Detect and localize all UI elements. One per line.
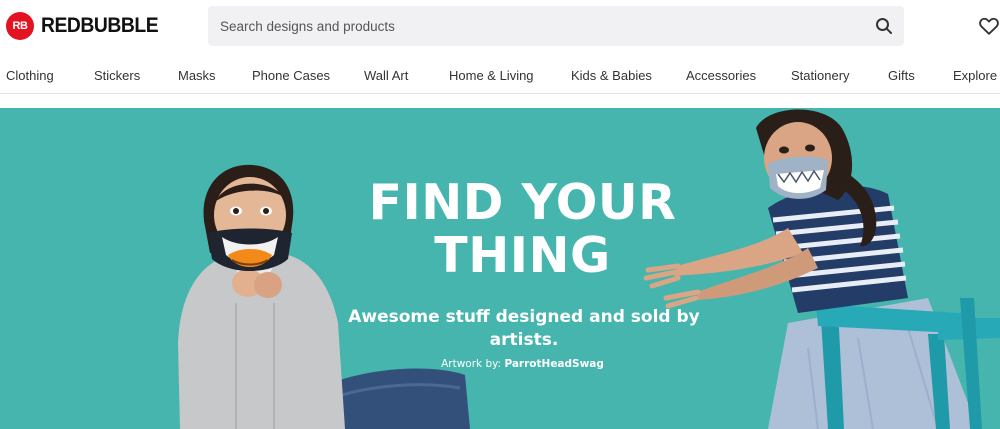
logo-wordmark: REDBUBBLE — [41, 14, 159, 37]
hero-artwork-credit: Artwork by: ParrotHeadSwag — [350, 358, 695, 370]
nav-item-clothing[interactable]: Clothing — [6, 68, 54, 83]
hero-title-line-1: FIND YOUR — [368, 174, 677, 231]
hero-subtitle: Awesome stuff designed and sold by artis… — [348, 307, 700, 350]
nav-item-stickers[interactable]: Stickers — [94, 68, 140, 83]
search-input[interactable] — [208, 6, 848, 46]
hero-banner[interactable]: FIND YOUR THING Awesome stuff designed a… — [0, 108, 1000, 429]
nav-item-home-living[interactable]: Home & Living — [449, 68, 534, 83]
logo-mark-text: RB — [12, 20, 28, 32]
nav-item-gifts[interactable]: Gifts — [888, 68, 915, 83]
nav-item-stationery[interactable]: Stationery — [791, 68, 850, 83]
nav-item-phone-cases[interactable]: Phone Cases — [252, 68, 330, 83]
nav-item-wall-art[interactable]: Wall Art — [364, 68, 408, 83]
nav-item-kids-babies[interactable]: Kids & Babies — [571, 68, 652, 83]
search-icon — [876, 18, 892, 34]
logo-mark-icon: RB — [6, 12, 34, 40]
category-nav: Clothing Stickers Masks Phone Cases Wall… — [0, 58, 1000, 94]
hero-title-line-2: THING — [434, 227, 611, 284]
site-header: RB REDBUBBLE — [0, 0, 1000, 52]
nav-item-explore[interactable]: Explore d — [953, 68, 1000, 83]
nav-item-accessories[interactable]: Accessories — [686, 68, 756, 83]
credit-artist-link[interactable]: ParrotHeadSwag — [504, 358, 603, 370]
heart-icon — [979, 17, 999, 35]
search-button[interactable] — [874, 16, 894, 36]
wishlist-button[interactable] — [978, 15, 1000, 37]
credit-prefix: Artwork by: — [441, 358, 505, 370]
hero-title: FIND YOUR THING — [350, 176, 695, 282]
search-bar — [208, 6, 904, 46]
redbubble-logo[interactable]: RB REDBUBBLE — [6, 12, 168, 40]
nav-item-masks[interactable]: Masks — [178, 68, 216, 83]
